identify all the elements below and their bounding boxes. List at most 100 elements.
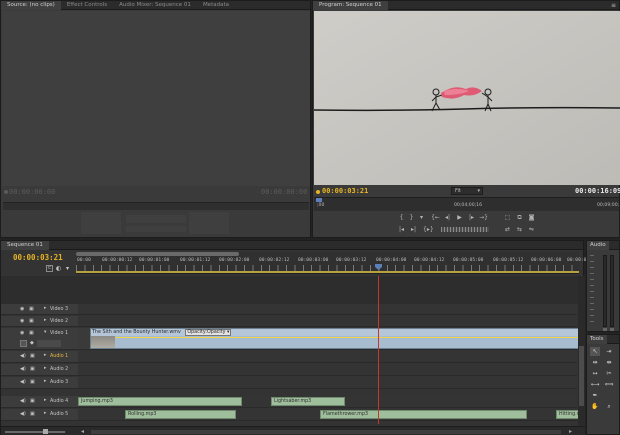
program-scrubber[interactable]: ;00 00;04;00;16 00;09;00; [314,197,619,211]
tab-source[interactable]: Source: (no clips) [1,0,61,10]
audio-clip[interactable]: Flamethrower.mp3 [320,410,527,419]
horizontal-scrollbar[interactable] [91,430,561,434]
set-marker-icon[interactable]: ▾ [417,213,426,222]
export-frame-icon[interactable]: ◙ [527,213,536,222]
track-header-video-1[interactable]: ◉ ▣ ▾ Video 1 ◆ [1,328,78,350]
slide-tool-icon[interactable]: ⟺ [604,380,614,389]
tab-sequence-01[interactable]: Sequence 01 [1,240,49,250]
zoom-slider[interactable] [5,431,65,433]
slip-tool-icon[interactable]: ⟷ [590,380,600,389]
safe-margins-icon[interactable]: ⇆ [515,225,524,234]
speaker-icon[interactable]: ◀) [20,398,26,404]
audio-clip[interactable]: Hitting.m [556,410,579,419]
display-style-icon[interactable] [20,340,27,347]
timeline-zoom-bar[interactable]: ◂ ▸ [1,426,585,435]
output-icon[interactable]: ⇋ [527,225,536,234]
expand-arrow-icon[interactable]: ▸ [44,366,46,371]
marker-icon[interactable]: ◐ [56,265,61,272]
expand-arrow-icon[interactable]: ▸ [44,398,46,403]
expand-arrow-icon[interactable]: ▸ [44,353,46,358]
solo-icon[interactable] [610,328,614,331]
lock-icon[interactable]: ▣ [29,306,34,312]
scroll-right-icon[interactable]: ▸ [569,428,572,435]
expand-arrow-icon[interactable]: ▸ [44,318,46,323]
program-timecode-current[interactable]: 00:00:03:21 [322,187,368,195]
track-lane-audio-3[interactable] [78,377,577,389]
tab-program[interactable]: Program: Sequence 01 [313,0,388,10]
step-back-icon[interactable]: ◂| [443,213,452,222]
track-lane-audio-2[interactable] [78,364,577,376]
hand-tool-icon[interactable]: ✋ [590,402,600,411]
video-clip[interactable]: The Sith and the Bounty Hunter.wmv Opaci… [90,328,579,349]
work-area-bar[interactable] [76,271,579,273]
solo-icon[interactable] [603,328,607,331]
audio-clip[interactable]: Rolling.mp3 [125,410,236,419]
lock-icon[interactable]: ▣ [30,379,35,385]
mark-out-icon[interactable]: } [407,213,416,222]
go-to-next-edit-icon[interactable]: ▸| [409,225,418,234]
step-forward-icon[interactable]: |▸ [467,213,476,222]
audio-clip[interactable]: Jumping.mp3 [78,397,242,406]
razor-tool-icon[interactable]: ✂ [604,369,614,378]
lock-icon[interactable]: ▣ [30,366,35,372]
trim-icon[interactable]: ⇄ [503,225,512,234]
collapse-arrow-icon[interactable]: ▾ [44,330,46,335]
jog-shuttle[interactable] [441,227,489,232]
go-to-prev-edit-icon[interactable]: |◂ [397,225,406,234]
track-header-audio-1[interactable]: ◀) ▣ ▸ Audio 1 [1,351,78,363]
track-header-audio-4[interactable]: ◀) ▣ ▸ Audio 4 [1,396,78,408]
mark-in-icon[interactable]: { [397,213,406,222]
lift-icon[interactable]: ⬚ [503,213,512,222]
track-header-audio-5[interactable]: ◀) ▣ ▸ Audio 5 [1,409,78,421]
speaker-icon[interactable]: ◀) [20,379,26,385]
go-to-out-icon[interactable]: →} [479,213,488,222]
lock-icon[interactable]: ▣ [30,411,35,417]
go-to-in-icon[interactable]: {← [431,213,440,222]
eye-icon[interactable]: ◉ [20,330,24,336]
vertical-scrollbar[interactable] [578,276,585,426]
track-header-audio-3[interactable]: ◀) ▣ ▸ Audio 3 [1,377,78,389]
rolling-edit-tool-icon[interactable]: ⇼ [604,358,614,367]
tab-audio-mixer[interactable]: Audio Mixer: Sequence 01 [113,1,197,10]
expand-arrow-icon[interactable]: ▸ [44,411,46,416]
track-lane-audio-4[interactable]: Jumping.mp3 Lightsaber.mp3 [78,396,577,408]
program-scrub-head[interactable] [316,198,322,202]
source-scrubber[interactable] [3,202,309,210]
zoom-scrollbar[interactable] [76,252,239,256]
pen-tool-icon[interactable]: ✒ [590,391,600,400]
track-header-video-2[interactable]: ◉ ▣ ▸ Video 2 [1,316,78,327]
eye-icon[interactable]: ◉ [20,306,24,312]
opacity-rubber-band[interactable] [115,337,578,338]
lock-icon[interactable]: ▣ [29,318,34,324]
expand-arrow-icon[interactable]: ▸ [44,306,46,311]
zoom-thumb-icon[interactable] [43,429,48,434]
track-lane-video-1[interactable]: The Sith and the Bounty Hunter.wmv Opaci… [78,328,579,350]
track-lane-video-2[interactable] [78,316,577,327]
track-select-tool-icon[interactable]: ⇥ [604,347,614,356]
speaker-icon[interactable]: ◀) [20,353,26,359]
lock-icon[interactable]: ▣ [30,398,35,404]
ripple-edit-tool-icon[interactable]: ⇹ [590,358,600,367]
opacity-dropdown[interactable]: Opacity:Opacity ▾ [185,329,232,336]
timeline-timecode[interactable]: 00:00:03:21 [13,253,63,262]
playhead-line[interactable] [378,276,379,424]
speaker-icon[interactable]: ◀) [20,366,26,372]
play-icon[interactable]: ▶ [455,213,464,222]
selection-tool-icon[interactable]: ↖ [590,347,600,356]
track-lane-audio-5[interactable]: Rolling.mp3 Flamethrower.mp3 Hitting.m [78,409,579,421]
snap-icon[interactable]: ⊂ [46,265,53,272]
tab-effect-controls[interactable]: Effect Controls [61,1,113,10]
extract-icon[interactable]: ⧉ [515,213,524,222]
zoom-tool-icon[interactable]: ⌕ [604,402,614,411]
tab-tools[interactable]: Tools [587,334,607,344]
rate-stretch-tool-icon[interactable]: ↔ [590,369,600,378]
loop-icon[interactable]: {▸} [423,225,434,234]
panel-menu-icon[interactable]: ≡ [611,2,616,9]
expand-arrow-icon[interactable]: ▸ [44,379,46,384]
audio-clip[interactable]: Lightsaber.mp3 [271,397,345,406]
eye-icon[interactable]: ◉ [20,318,24,324]
track-header-audio-2[interactable]: ◀) ▣ ▸ Audio 2 [1,364,78,376]
speaker-icon[interactable]: ◀) [20,411,26,417]
set-marker-icon[interactable]: ▾ [66,265,69,272]
timeline-ruler[interactable]: 00:00 00:00:00:12 00:00:01:00 00:00:01:1… [76,252,592,274]
